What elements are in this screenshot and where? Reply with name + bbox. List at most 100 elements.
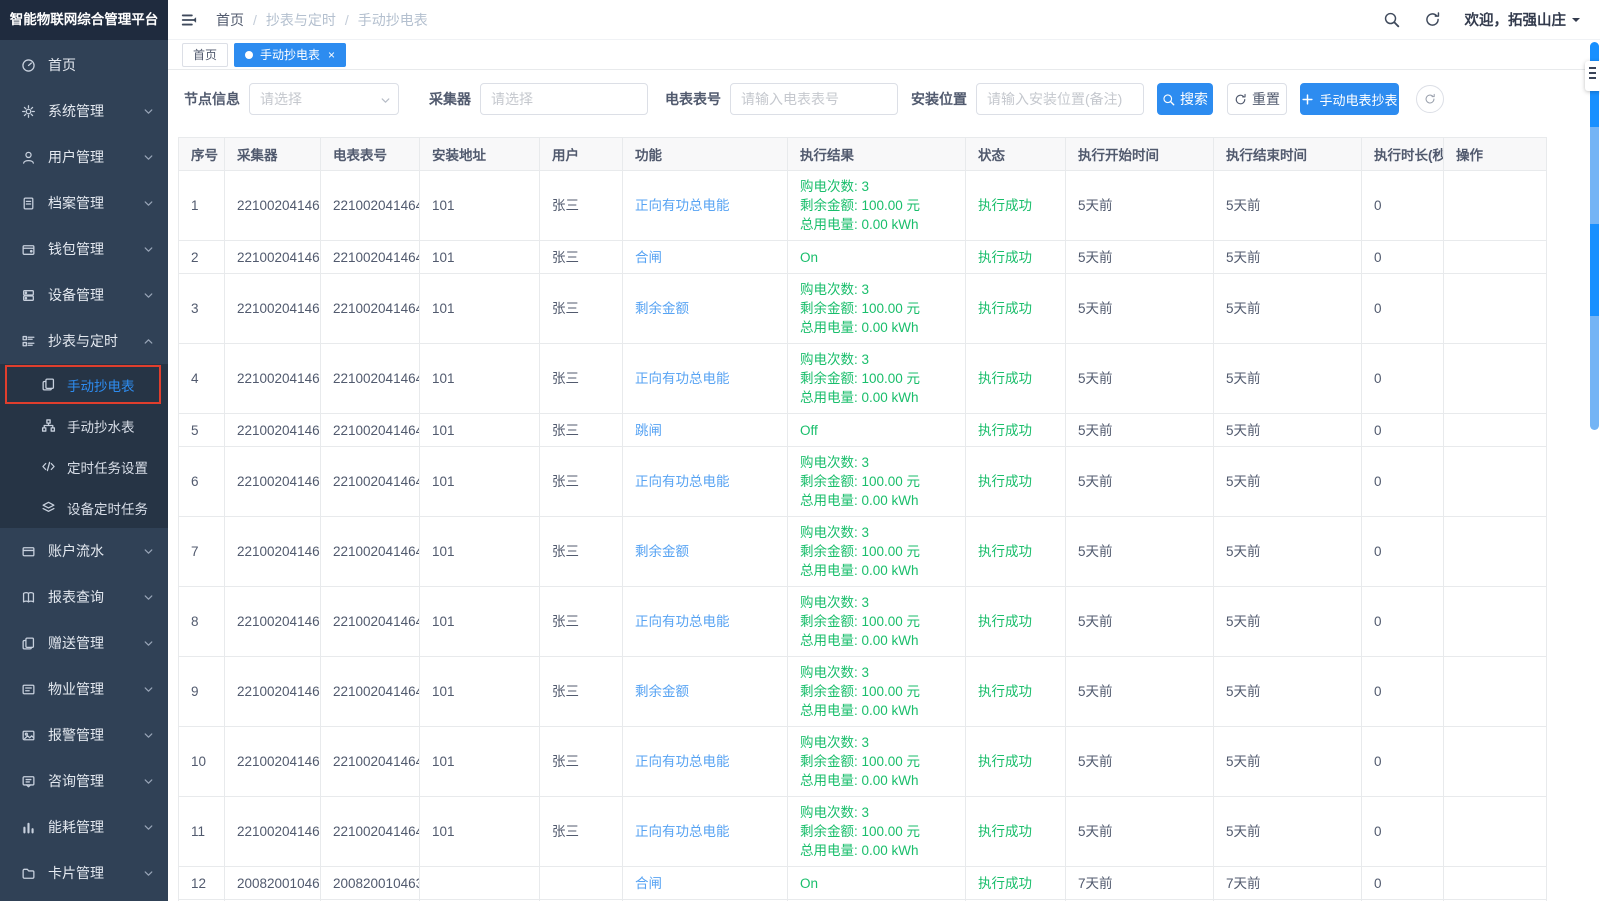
cell-result: 购电次数: 3剩余金额: 100.00 元总用电量: 0.00 kWh [788, 587, 966, 657]
cell-duration: 0 [1362, 587, 1444, 657]
result-line: 购电次数: 3 [800, 663, 953, 682]
tab-manual-read-electric[interactable]: 手动抄电表× [234, 43, 346, 67]
function-link[interactable]: 正向有功总电能 [635, 754, 730, 769]
sidebar-subitem-manual-read-electric[interactable]: 手动抄电表 [0, 364, 168, 405]
table-row: 4221002041464221002041464101张三正向有功总电能购电次… [179, 344, 1547, 414]
cell-index: 4 [179, 344, 225, 414]
node-filter-label: 节点信息 [184, 89, 240, 109]
cell-actions [1444, 517, 1547, 587]
sidebar-item-account-flow[interactable]: 账户流水 [0, 528, 168, 574]
sidebar-item-energy-mgmt[interactable]: 能耗管理 [0, 804, 168, 850]
cell-end-time: 5天前 [1214, 727, 1362, 797]
sidebar-item-alarm-mgmt[interactable]: 报警管理 [0, 712, 168, 758]
sidebar-item-gift-mgmt[interactable]: 赠送管理 [0, 620, 168, 666]
cell-start-time: 5天前 [1066, 727, 1214, 797]
sidebar-subitem-timed-task-settings[interactable]: 定时任务设置 [0, 446, 168, 487]
sidebar-item-system-mgmt[interactable]: 系统管理 [0, 88, 168, 134]
copy-icon [40, 377, 56, 393]
function-link[interactable]: 剩余金额 [635, 544, 689, 559]
sidebar-item-device-mgmt[interactable]: 设备管理 [0, 272, 168, 318]
breadcrumb-item[interactable]: 首页 [216, 10, 244, 30]
meter-no-input[interactable] [730, 83, 898, 115]
floating-widget[interactable] [1585, 61, 1600, 91]
result-line: 总用电量: 0.00 kWh [800, 561, 953, 580]
cell-user: 张三 [540, 414, 623, 447]
sidebar-item-property-mgmt[interactable]: 物业管理 [0, 666, 168, 712]
cell-actions [1444, 657, 1547, 727]
cell-end-time: 5天前 [1214, 797, 1362, 867]
sidebar-item-meter-reading-timing[interactable]: 抄表与定时 [0, 318, 168, 364]
sidebar-item-report-query[interactable]: 报表查询 [0, 574, 168, 620]
reset-button[interactable]: 重置 [1227, 83, 1287, 115]
result-line: 总用电量: 0.00 kWh [800, 771, 953, 790]
function-link[interactable]: 正向有功总电能 [635, 824, 730, 839]
function-link[interactable]: 正向有功总电能 [635, 198, 730, 213]
sidebar-item-card-mgmt[interactable]: 卡片管理 [0, 850, 168, 896]
collector-filter-label: 采集器 [429, 89, 471, 109]
cell-meter-no: 221002041464 [321, 241, 420, 274]
cell-function: 剩余金额 [623, 657, 788, 727]
sidebar-item-wallet-mgmt[interactable]: 钱包管理 [0, 226, 168, 272]
main-area: 首页/抄表与定时/手动抄电表 欢迎，拓强山庄 首页手动抄电表× 节点信息 采集器 [168, 0, 1600, 901]
status-badge: 执行成功 [978, 423, 1032, 438]
function-link[interactable]: 正向有功总电能 [635, 614, 730, 629]
collector-input[interactable] [480, 83, 648, 115]
tab-home[interactable]: 首页 [182, 43, 228, 67]
refresh-table-button[interactable] [1416, 85, 1444, 113]
sidebar-subitem-device-timed-tasks[interactable]: 设备定时任务 [0, 487, 168, 528]
result-line: 总用电量: 0.00 kWh [800, 388, 953, 407]
cell-function: 正向有功总电能 [623, 171, 788, 241]
sidebar-item-consult-mgmt[interactable]: 咨询管理 [0, 758, 168, 804]
cell-meter-no: 221002041464 [321, 447, 420, 517]
close-icon[interactable]: × [328, 49, 335, 61]
cell-meter-no: 221002041464 [321, 587, 420, 657]
cell-end-time: 5天前 [1214, 657, 1362, 727]
function-link[interactable]: 正向有功总电能 [635, 474, 730, 489]
chevron-down-icon [143, 198, 154, 209]
user-menu[interactable]: 欢迎，拓强山庄 [1465, 9, 1581, 30]
cell-status: 执行成功 [966, 867, 1066, 900]
collapse-sidebar-icon[interactable] [180, 12, 198, 28]
function-link[interactable]: 剩余金额 [635, 684, 689, 699]
cell-function: 正向有功总电能 [623, 727, 788, 797]
search-button[interactable]: 搜索 [1157, 83, 1213, 115]
cell-address [420, 867, 540, 900]
function-link[interactable]: 正向有功总电能 [635, 371, 730, 386]
breadcrumb-item[interactable]: 手动抄电表 [358, 10, 428, 30]
vertical-scrollbar[interactable] [1590, 42, 1599, 430]
sidebar-item-home[interactable]: 首页 [0, 42, 168, 88]
alarm-icon [20, 727, 36, 743]
cell-result: Off [788, 414, 966, 447]
cell-index: 5 [179, 414, 225, 447]
cell-start-time: 7天前 [1066, 867, 1214, 900]
chevron-down-icon [143, 638, 154, 649]
sidebar-item-label: 系统管理 [48, 101, 104, 121]
sidebar-subitem-label: 定时任务设置 [67, 457, 148, 477]
location-input[interactable] [976, 83, 1144, 115]
manual-read-button[interactable]: 手动电表抄表 [1300, 83, 1399, 115]
function-link[interactable]: 剩余金额 [635, 301, 689, 316]
function-link[interactable]: 合闸 [635, 250, 662, 265]
cell-collector: 221002041464 [225, 344, 321, 414]
chevron-down-icon [143, 592, 154, 603]
cell-user: 张三 [540, 171, 623, 241]
result-line: 剩余金额: 100.00 元 [800, 299, 953, 318]
cell-end-time: 5天前 [1214, 414, 1362, 447]
cell-duration: 0 [1362, 657, 1444, 727]
cell-user: 张三 [540, 447, 623, 517]
breadcrumb-item[interactable]: 抄表与定时 [266, 10, 336, 30]
function-link[interactable]: 跳闸 [635, 423, 662, 438]
table-header-row: 序号采集器电表表号安装地址用户功能执行结果状态执行开始时间执行结束时间执行时长(… [179, 138, 1547, 171]
refresh-icon[interactable] [1424, 11, 1441, 28]
node-select[interactable] [249, 83, 399, 115]
cell-end-time: 5天前 [1214, 517, 1362, 587]
sidebar-item-archive-mgmt[interactable]: 档案管理 [0, 180, 168, 226]
cell-address: 101 [420, 241, 540, 274]
sidebar-subitem-manual-read-water[interactable]: 手动抄水表 [0, 405, 168, 446]
search-icon[interactable] [1383, 11, 1400, 28]
cell-end-time: 5天前 [1214, 587, 1362, 657]
cell-collector: 221002041464 [225, 727, 321, 797]
result-line: 购电次数: 3 [800, 733, 953, 752]
sidebar-item-user-mgmt[interactable]: 用户管理 [0, 134, 168, 180]
function-link[interactable]: 合闸 [635, 876, 662, 891]
